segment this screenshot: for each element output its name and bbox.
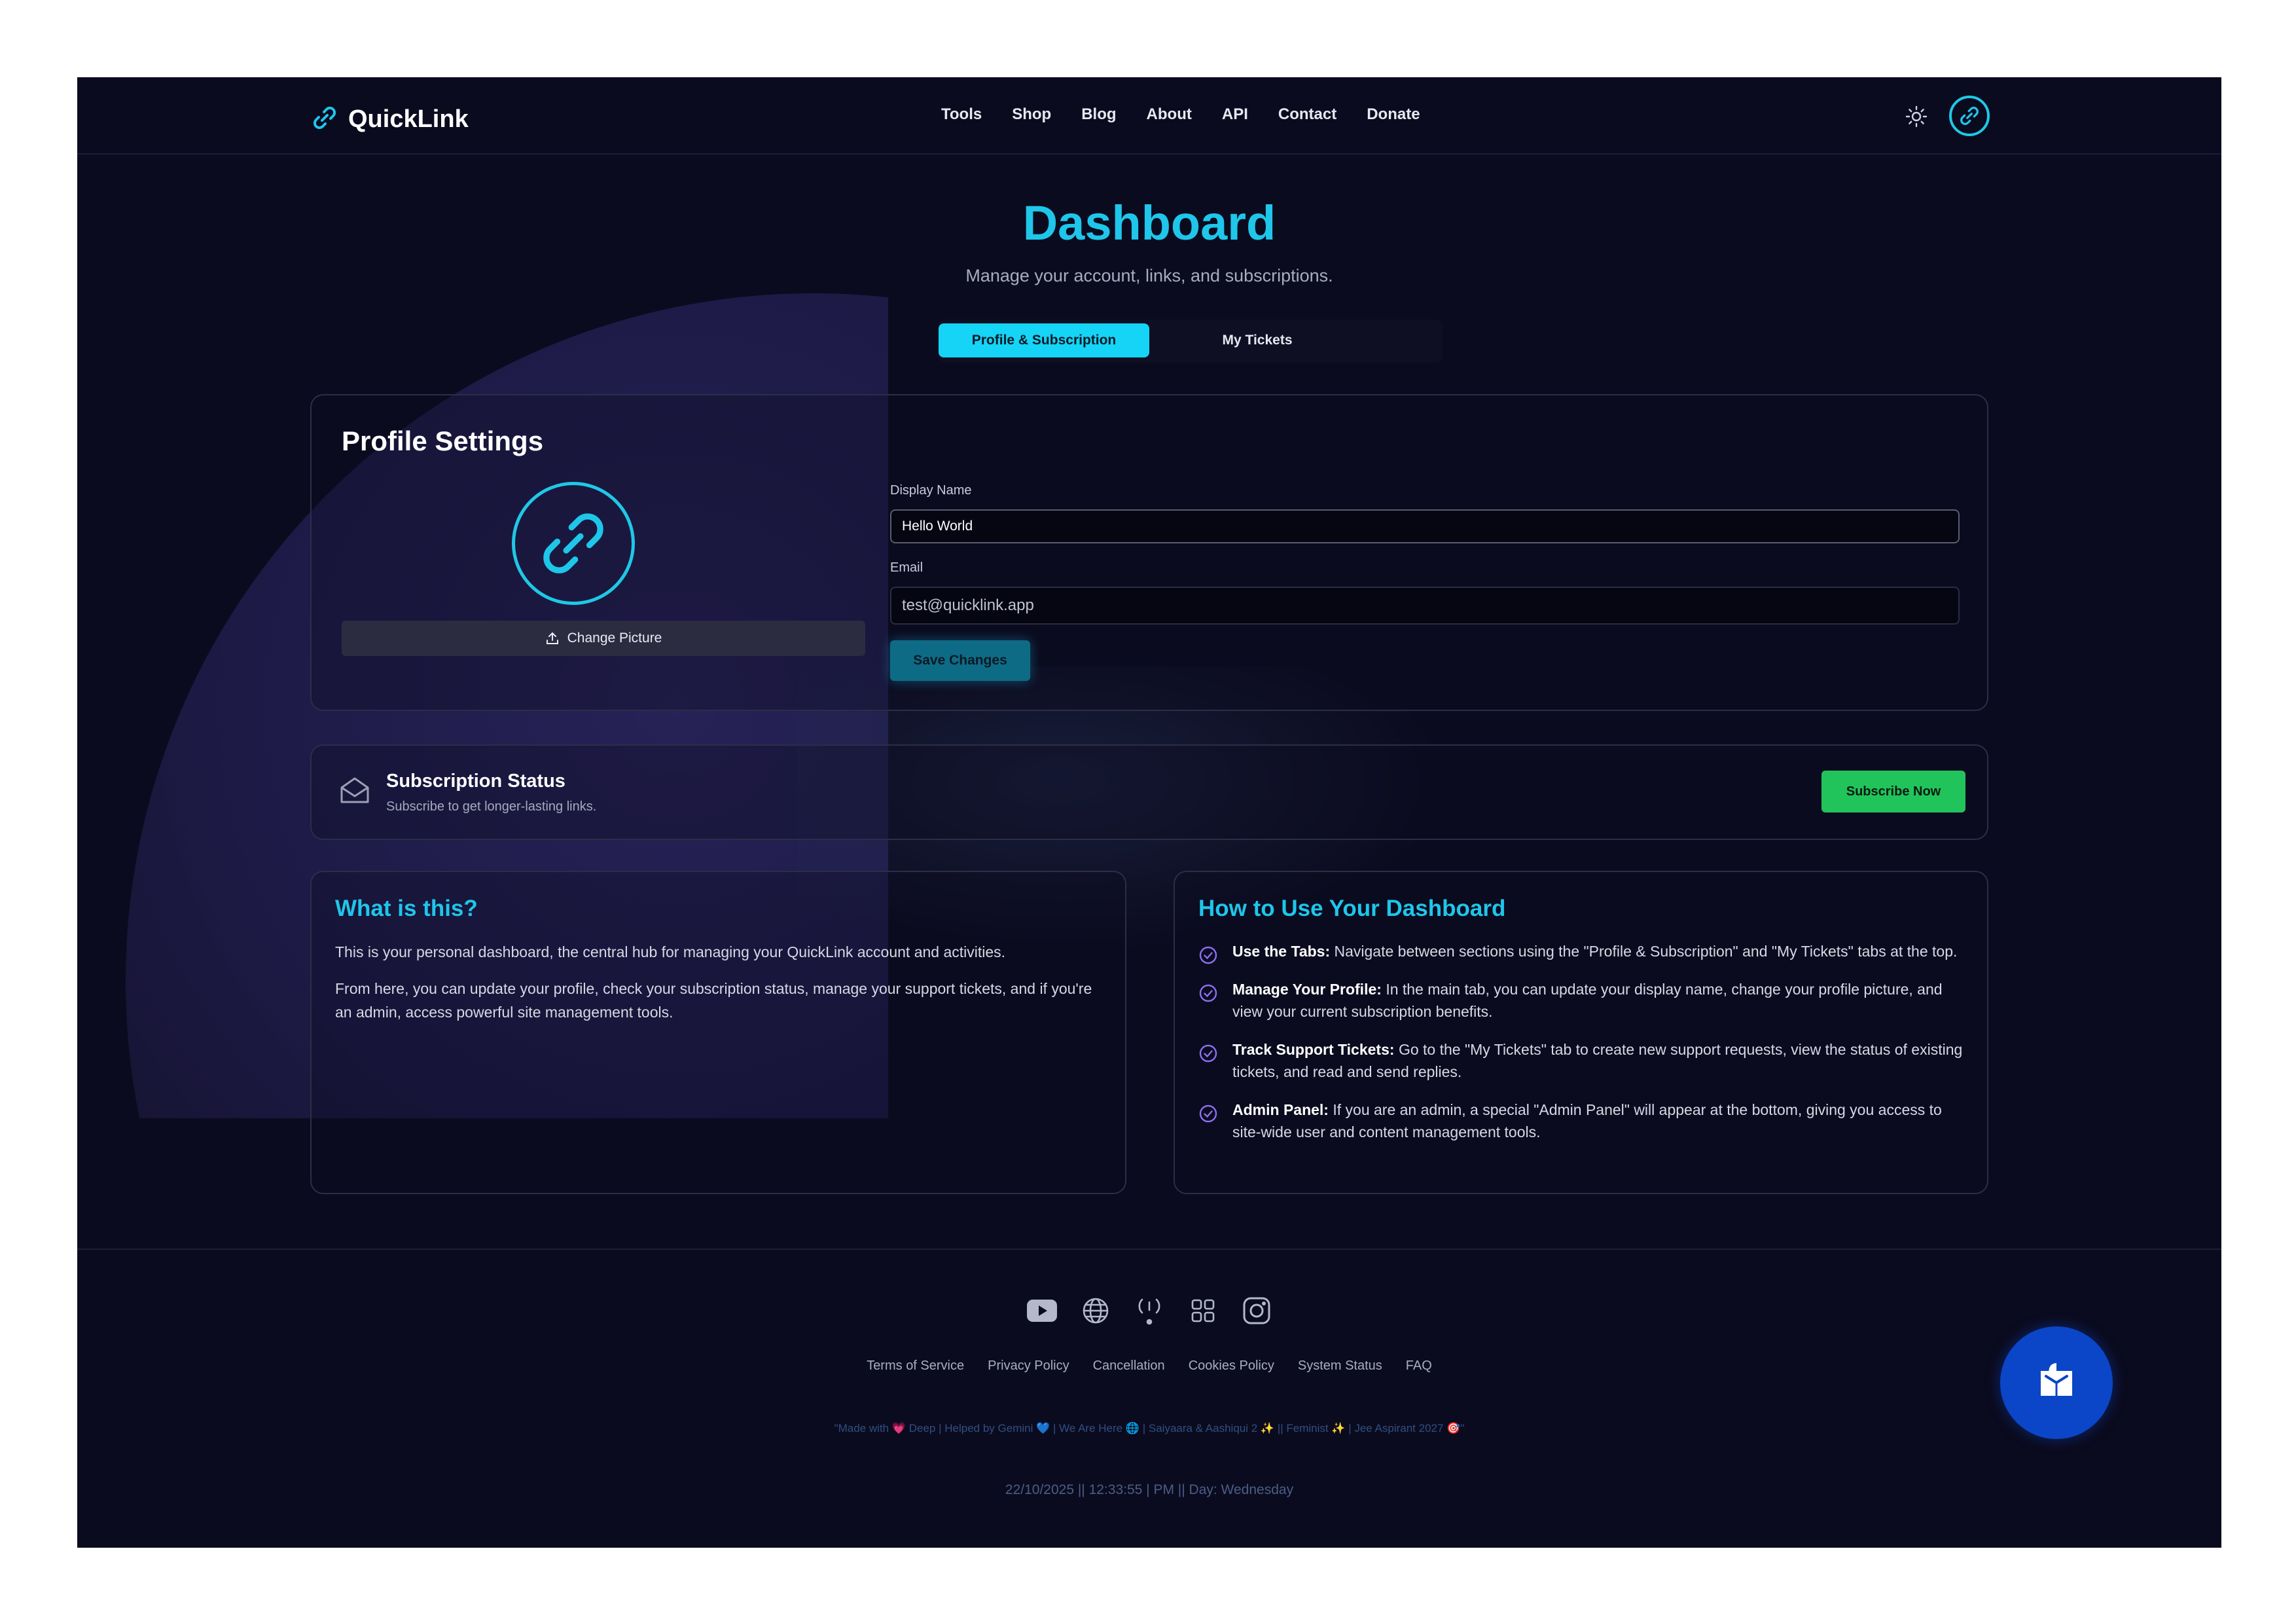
change-picture-button[interactable]: Change Picture: [342, 621, 865, 656]
brand-name: QuickLink: [348, 105, 469, 133]
social-links: [1026, 1295, 1272, 1326]
profile-settings-card: Profile Settings Change Picture Display …: [310, 394, 1988, 711]
footer-link-terms[interactable]: Terms of Service: [867, 1359, 964, 1374]
nav-donate[interactable]: Donate: [1367, 105, 1420, 124]
chat-widget-button[interactable]: [2000, 1326, 2113, 1439]
footer-link-faq[interactable]: FAQ: [1406, 1359, 1432, 1374]
nav-tools[interactable]: Tools: [941, 105, 982, 124]
email-field[interactable]: test@quicklink.app: [890, 587, 1960, 625]
globe-icon[interactable]: [1080, 1295, 1111, 1326]
chat-bot-icon: [2041, 1363, 2072, 1396]
subscribe-now-button[interactable]: Subscribe Now: [1821, 771, 1965, 812]
what-is-this-title: What is this?: [335, 896, 478, 921]
how-item-label: Use the Tabs:: [1232, 943, 1331, 960]
how-to-use-title: How to Use Your Dashboard: [1198, 896, 1506, 921]
how-to-use-list: Use the Tabs: Navigate between sections …: [1198, 940, 1967, 1159]
footer-link-system-status[interactable]: System Status: [1298, 1359, 1382, 1374]
footer-divider: [77, 1249, 2221, 1250]
nav-about[interactable]: About: [1147, 105, 1192, 124]
upload-icon: [546, 632, 558, 644]
link-logo-icon: [310, 103, 339, 136]
dashboard-tabs: Profile & Subscription My Tickets: [939, 319, 1443, 363]
footer-link-cancellation[interactable]: Cancellation: [1093, 1359, 1165, 1374]
check-circle-icon: [1199, 1044, 1217, 1063]
what-is-this-card: What is this? This is your personal dash…: [310, 871, 1126, 1194]
display-name-label: Display Name: [890, 483, 972, 498]
profile-avatar: [512, 482, 635, 605]
nav-shop[interactable]: Shop: [1012, 105, 1051, 124]
display-name-value: Hello World: [902, 519, 973, 534]
page-subtitle: Manage your account, links, and subscrip…: [965, 266, 1333, 285]
how-to-use-card: How to Use Your Dashboard Use the Tabs: …: [1174, 871, 1988, 1194]
list-item: Use the Tabs: Navigate between sections …: [1198, 940, 1967, 964]
check-circle-icon: [1199, 946, 1217, 964]
check-circle-icon: [1199, 984, 1217, 1002]
link-avatar-icon: [1960, 107, 1979, 125]
how-item-text: Navigate between sections using the "Pro…: [1334, 943, 1958, 960]
what-paragraph-1: This is your personal dashboard, the cen…: [335, 943, 1006, 960]
how-item-label: Admin Panel:: [1232, 1101, 1329, 1118]
list-item: Track Support Tickets: Go to the "My Tic…: [1198, 1038, 1967, 1083]
nav-api[interactable]: API: [1222, 105, 1248, 124]
footer-links: Terms of Service Privacy Policy Cancella…: [77, 1359, 2221, 1374]
save-changes-button[interactable]: Save Changes: [890, 640, 1030, 681]
link-avatar-icon: [543, 513, 603, 574]
signal-icon[interactable]: [1134, 1295, 1165, 1326]
site-header: QuickLink Tools Shop Blog About API Cont…: [77, 77, 2221, 155]
what-paragraph-2: From here, you can update your profile, …: [335, 980, 1092, 1021]
main-nav: Tools Shop Blog About API Contact Donate: [941, 105, 1420, 124]
check-circle-icon: [1199, 1104, 1217, 1123]
subscription-status-card: Subscription Status Subscribe to get lon…: [310, 744, 1988, 840]
apps-icon[interactable]: [1187, 1295, 1219, 1326]
brand-logo[interactable]: QuickLink: [310, 103, 469, 136]
page-title: Dashboard: [1022, 196, 1276, 250]
mail-open-icon: [339, 776, 370, 806]
instagram-icon[interactable]: [1241, 1295, 1272, 1326]
list-item: Manage Your Profile: In the main tab, yo…: [1198, 978, 1967, 1023]
tab-profile-subscription[interactable]: Profile & Subscription: [939, 323, 1149, 357]
email-value: test@quicklink.app: [902, 596, 1034, 614]
subscription-title: Subscription Status: [386, 771, 565, 792]
footer-clock: 22/10/2025 || 12:33:55 | PM || Day: Wedn…: [1005, 1482, 1294, 1497]
youtube-icon[interactable]: [1026, 1295, 1058, 1326]
footer-link-cookies[interactable]: Cookies Policy: [1189, 1359, 1274, 1374]
profile-settings-title: Profile Settings: [342, 426, 544, 456]
list-item: Admin Panel: If you are an admin, a spec…: [1198, 1099, 1967, 1143]
user-avatar-button[interactable]: [1949, 96, 1990, 136]
change-picture-label: Change Picture: [567, 630, 662, 646]
footer-link-privacy[interactable]: Privacy Policy: [988, 1359, 1069, 1374]
subscription-description: Subscribe to get longer-lasting links.: [386, 799, 597, 814]
nav-blog[interactable]: Blog: [1081, 105, 1116, 124]
how-item-label: Track Support Tickets:: [1232, 1041, 1395, 1058]
tab-my-tickets[interactable]: My Tickets: [1152, 323, 1363, 357]
how-item-text: If you are an admin, a special "Admin Pa…: [1232, 1101, 1942, 1140]
sun-icon[interactable]: [1905, 105, 1928, 128]
app-window: QuickLink Tools Shop Blog About API Cont…: [77, 77, 2221, 1548]
how-item-label: Manage Your Profile:: [1232, 981, 1382, 998]
nav-contact[interactable]: Contact: [1278, 105, 1336, 124]
display-name-input[interactable]: Hello World: [890, 509, 1960, 543]
footer-credit: "Made with 💗 Deep | Helped by Gemini 💙 |…: [834, 1422, 1465, 1434]
email-label: Email: [890, 560, 924, 575]
